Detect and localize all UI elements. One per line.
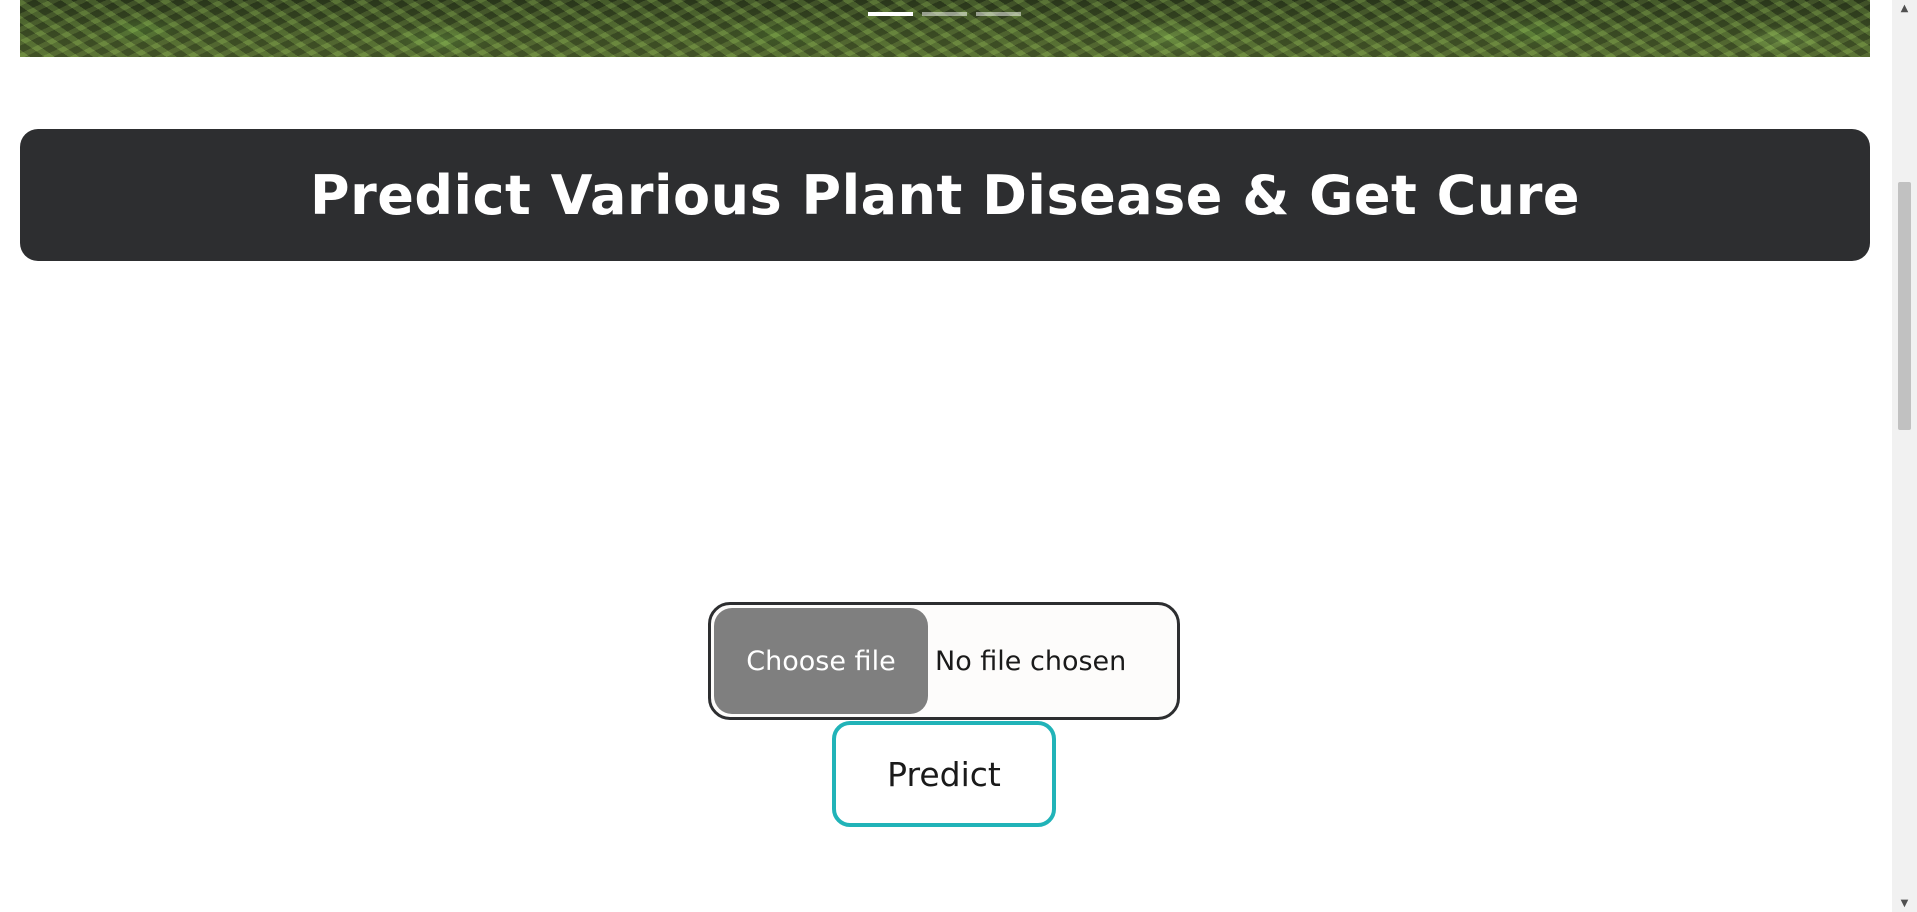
title-banner: Predict Various Plant Disease & Get Cure xyxy=(20,129,1870,261)
image-carousel[interactable] xyxy=(20,0,1870,57)
carousel-indicators xyxy=(868,12,1021,16)
carousel-indicator-1[interactable] xyxy=(868,12,913,16)
carousel-indicator-2[interactable] xyxy=(922,12,967,16)
page-title: Predict Various Plant Disease & Get Cure xyxy=(310,163,1580,227)
scroll-up-arrow-icon[interactable]: ▲ xyxy=(1892,0,1917,17)
choose-file-button[interactable]: Choose file xyxy=(714,608,928,714)
carousel-indicator-3[interactable] xyxy=(976,12,1021,16)
vertical-scrollbar[interactable]: ▲ ▼ xyxy=(1892,0,1917,912)
predict-button[interactable]: Predict xyxy=(832,721,1056,827)
file-status-text: No file chosen xyxy=(935,645,1127,677)
file-upload-input[interactable]: Choose file No file chosen xyxy=(708,602,1180,720)
scrollbar-thumb[interactable] xyxy=(1898,182,1911,430)
scroll-down-arrow-icon[interactable]: ▼ xyxy=(1892,895,1917,912)
carousel-plant-image xyxy=(20,0,1870,57)
page: Predict Various Plant Disease & Get Cure… xyxy=(0,0,1917,912)
